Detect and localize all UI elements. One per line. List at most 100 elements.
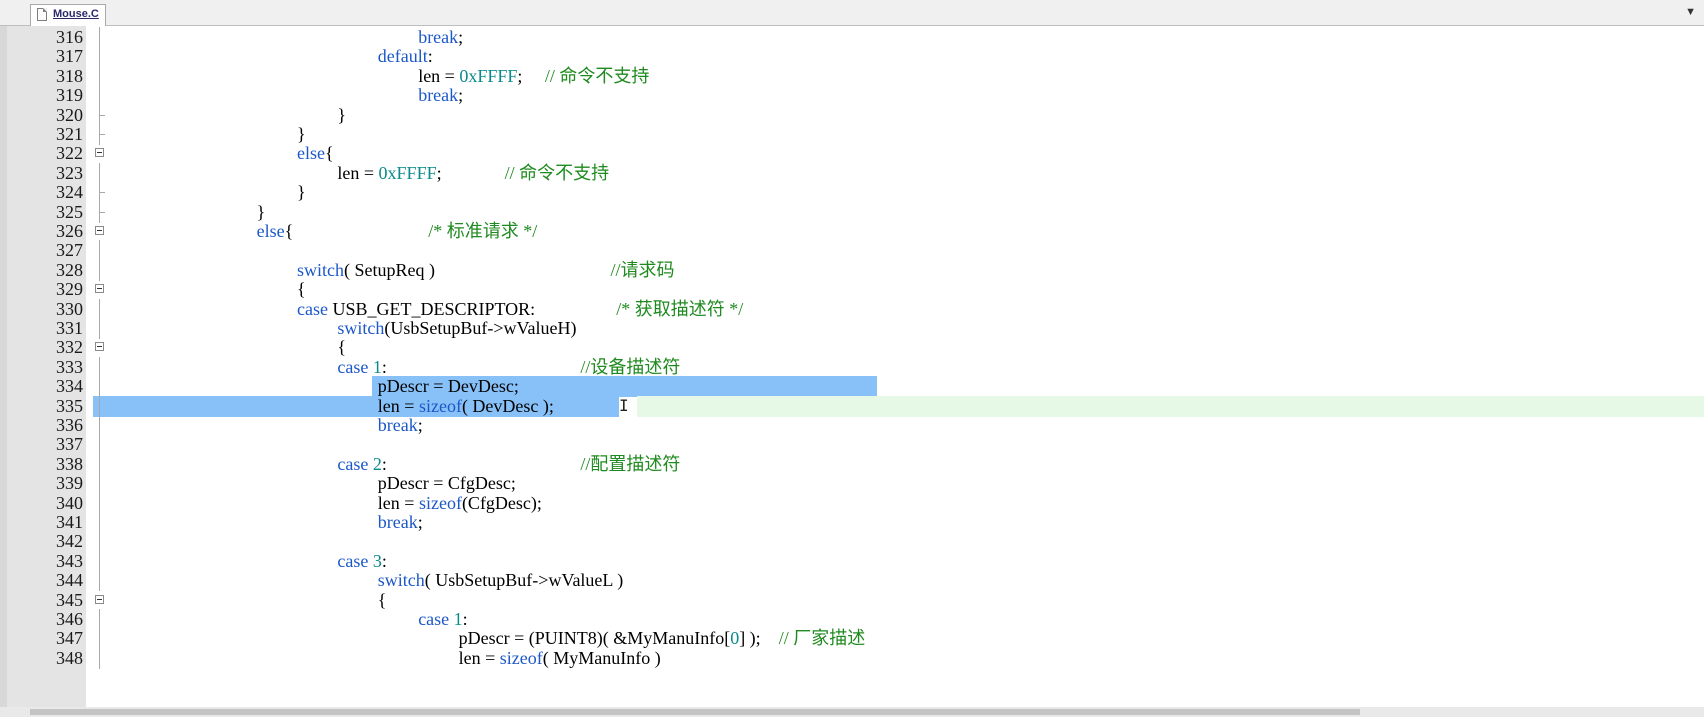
comment-token: // 命令不支持 — [504, 162, 610, 183]
code-line[interactable]: 322 else{ — [7, 143, 1704, 164]
fold-toggle-icon[interactable] — [95, 148, 104, 158]
code-line[interactable]: 331 switch(UsbSetupBuf->wValueH) — [7, 318, 1704, 339]
code-line[interactable]: 320} — [7, 104, 1704, 126]
keyword-token: sizeof — [499, 647, 543, 668]
keyword-token: case — [418, 609, 450, 629]
code-token: ; — [436, 162, 505, 183]
code-token: : — [381, 356, 581, 377]
code-text: pDescr = (PUINT8)( &MyManuInfo[0] ); // … — [459, 628, 866, 649]
line-number: 318 — [56, 65, 83, 86]
code-token: { — [337, 337, 347, 358]
fold-guide — [99, 531, 100, 553]
code-token: : — [381, 453, 581, 474]
code-line[interactable]: 337 — [7, 434, 1704, 456]
line-number: 333 — [56, 356, 83, 377]
code-token: ] ); — [739, 628, 779, 649]
code-line[interactable]: 316 break; — [7, 27, 1704, 48]
fold-toggle-icon[interactable] — [95, 226, 104, 235]
code-line[interactable]: 336 break; — [7, 415, 1704, 436]
tab-bar: Mouse.C ▼ — [0, 0, 1704, 26]
code-line[interactable]: 333 case 1: //设备描述符 — [7, 356, 1704, 378]
code-text: } — [257, 202, 266, 223]
code-token: : — [381, 550, 387, 571]
code-text: { — [378, 590, 387, 611]
code-token: len = — [377, 395, 419, 416]
fold-toggle-icon[interactable] — [95, 342, 104, 352]
line-number: 331 — [56, 318, 83, 338]
code-text: break; — [418, 27, 463, 48]
keyword-token: else — [297, 143, 325, 164]
line-number: 343 — [56, 550, 83, 571]
code-token: } — [256, 201, 266, 222]
code-line[interactable]: 328 switch( SetupReq ) //请求码 — [7, 259, 1704, 281]
code-text: case USB_GET_DESCRIPTOR: /* 获取描述符 */ — [297, 299, 743, 320]
code-line[interactable]: 321} — [7, 124, 1704, 145]
number-token: 1 — [453, 609, 463, 629]
code-line[interactable]: 345 { — [7, 590, 1704, 611]
code-line[interactable]: 346 case 1: — [7, 609, 1704, 630]
line-number: 316 — [56, 27, 83, 47]
fold-guide — [99, 570, 100, 592]
code-token: : — [462, 609, 468, 629]
code-text: default: — [378, 46, 433, 67]
code-token: USB_GET_DESCRIPTOR: — [327, 298, 617, 319]
code-token: ; — [458, 85, 464, 106]
file-tab[interactable]: Mouse.C — [30, 4, 106, 26]
code-token: (UsbSetupBuf->wValueH) — [384, 318, 577, 338]
keyword-token: case — [337, 356, 369, 377]
code-text: break; — [378, 415, 423, 436]
code-token: len = — [418, 65, 460, 86]
code-editor[interactable]: 316 break; 317 default: 318 len = 0xFFFF; // … — [7, 26, 1704, 707]
fold-guide — [99, 376, 100, 398]
code-line[interactable]: 343 case 3: — [7, 550, 1704, 572]
line-number: 334 — [56, 376, 83, 397]
code-line[interactable]: 327 — [7, 240, 1704, 262]
code-line[interactable]: 317 default: — [7, 46, 1704, 68]
horizontal-scrollbar[interactable] — [0, 707, 1704, 717]
code-line[interactable]: 340 len = sizeof(CfgDesc); — [7, 492, 1704, 514]
scrollbar-thumb[interactable] — [30, 709, 1360, 715]
code-line[interactable]: 318 len = 0xFFFF; // 命令不支持 — [7, 65, 1704, 87]
line-number: 341 — [56, 512, 83, 532]
code-token: ; — [417, 415, 423, 435]
line-number: 320 — [56, 104, 83, 125]
code-line[interactable]: 341 break; — [7, 512, 1704, 533]
fold-end-marker — [99, 192, 105, 194]
code-line[interactable]: 347 pDescr = (PUINT8)( &MyManuInfo[0] ); … — [7, 628, 1704, 650]
code-line[interactable]: 329 { — [7, 279, 1704, 300]
keyword-token: case — [297, 298, 328, 319]
line-number: 337 — [56, 434, 83, 455]
code-line[interactable]: 334 pDescr = DevDesc; — [7, 376, 1704, 398]
line-number: 329 — [56, 279, 83, 300]
comment-token: //配置描述符 — [580, 453, 681, 474]
code-text: case 2: //配置描述符 — [337, 454, 680, 475]
chevron-down-icon[interactable]: ▼ — [1685, 5, 1696, 19]
line-number: 332 — [56, 337, 83, 358]
code-token: { — [324, 143, 334, 164]
code-text: len = sizeof( MyManuInfo ) — [459, 648, 661, 669]
code-line[interactable]: 319 break; — [7, 85, 1704, 107]
code-line[interactable]: 324} — [7, 182, 1704, 204]
code-token: ( DevDesc ); — [461, 395, 554, 416]
code-token: len = — [377, 492, 419, 513]
code-line[interactable]: 323 len = 0xFFFF; // 命令不支持 — [7, 162, 1704, 184]
code-line[interactable]: 344 switch( UsbSetupBuf->wValueL ) — [7, 570, 1704, 592]
code-token: ; — [517, 65, 545, 86]
code-line[interactable]: 339 pDescr = CfgDesc; — [7, 473, 1704, 495]
code-line[interactable]: 325} — [7, 201, 1704, 223]
comment-token: // 厂家描述 — [778, 628, 866, 649]
code-line[interactable]: 332 { — [7, 337, 1704, 358]
code-line[interactable]: 330 case USB_GET_DESCRIPTOR: /* 获取描述符 */ — [7, 298, 1704, 320]
code-line[interactable]: 335 len = sizeof( DevDesc ); — [7, 395, 1704, 417]
code-text: len = sizeof(CfgDesc); — [378, 493, 542, 514]
fold-guide — [99, 65, 100, 87]
code-line[interactable]: 348 len = sizeof( MyManuInfo ) — [7, 647, 1704, 669]
code-line[interactable]: 338 case 2: //配置描述符 — [7, 453, 1704, 475]
code-token: { — [297, 279, 306, 300]
fold-toggle-icon[interactable] — [95, 284, 104, 294]
comment-token: // 命令不支持 — [544, 65, 650, 86]
comment-token: //请求码 — [610, 259, 675, 280]
code-line[interactable]: 342 — [7, 531, 1704, 553]
code-line[interactable]: 326 else{ /* 标准请求 */ — [7, 221, 1704, 242]
fold-toggle-icon[interactable] — [95, 594, 104, 604]
